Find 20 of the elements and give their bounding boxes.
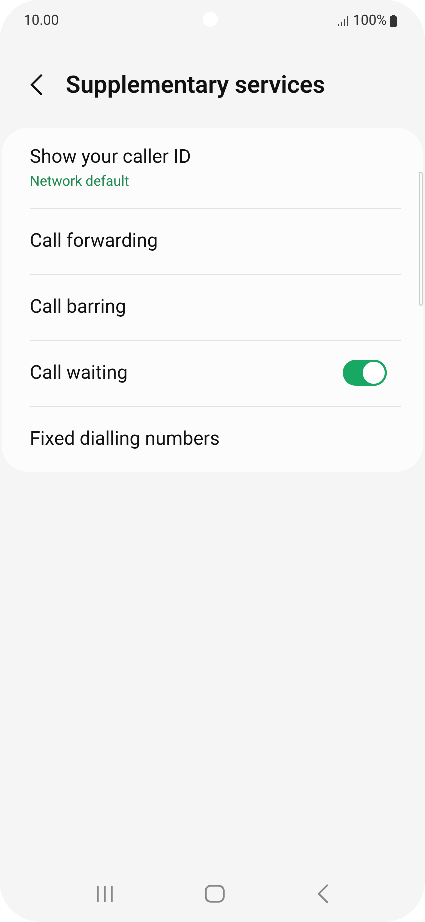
page-title: Supplementary services (66, 70, 326, 101)
recent-apps-icon[interactable] (96, 886, 114, 902)
status-time: 10.00 (24, 12, 60, 30)
signal-icon (338, 16, 350, 26)
settings-item[interactable]: Call waiting (2, 340, 423, 406)
item-label: Call barring (30, 294, 126, 320)
battery-percentage: 100% (353, 12, 387, 30)
settings-item[interactable]: Call barring (2, 274, 423, 340)
back-icon[interactable] (317, 884, 330, 904)
settings-item[interactable]: Fixed dialling numbers (2, 406, 423, 472)
item-label: Call forwarding (30, 228, 158, 254)
item-label: Fixed dialling numbers (30, 426, 220, 452)
settings-item[interactable]: Show your caller ID Network default (2, 128, 423, 208)
settings-item[interactable]: Call forwarding (2, 208, 423, 274)
toggle-switch[interactable] (343, 360, 387, 386)
item-label: Call waiting (30, 360, 128, 386)
home-icon[interactable] (205, 885, 226, 903)
item-subtitle: Network default (30, 172, 130, 192)
item-label: Show your caller ID (30, 144, 192, 170)
battery-icon (390, 15, 397, 27)
